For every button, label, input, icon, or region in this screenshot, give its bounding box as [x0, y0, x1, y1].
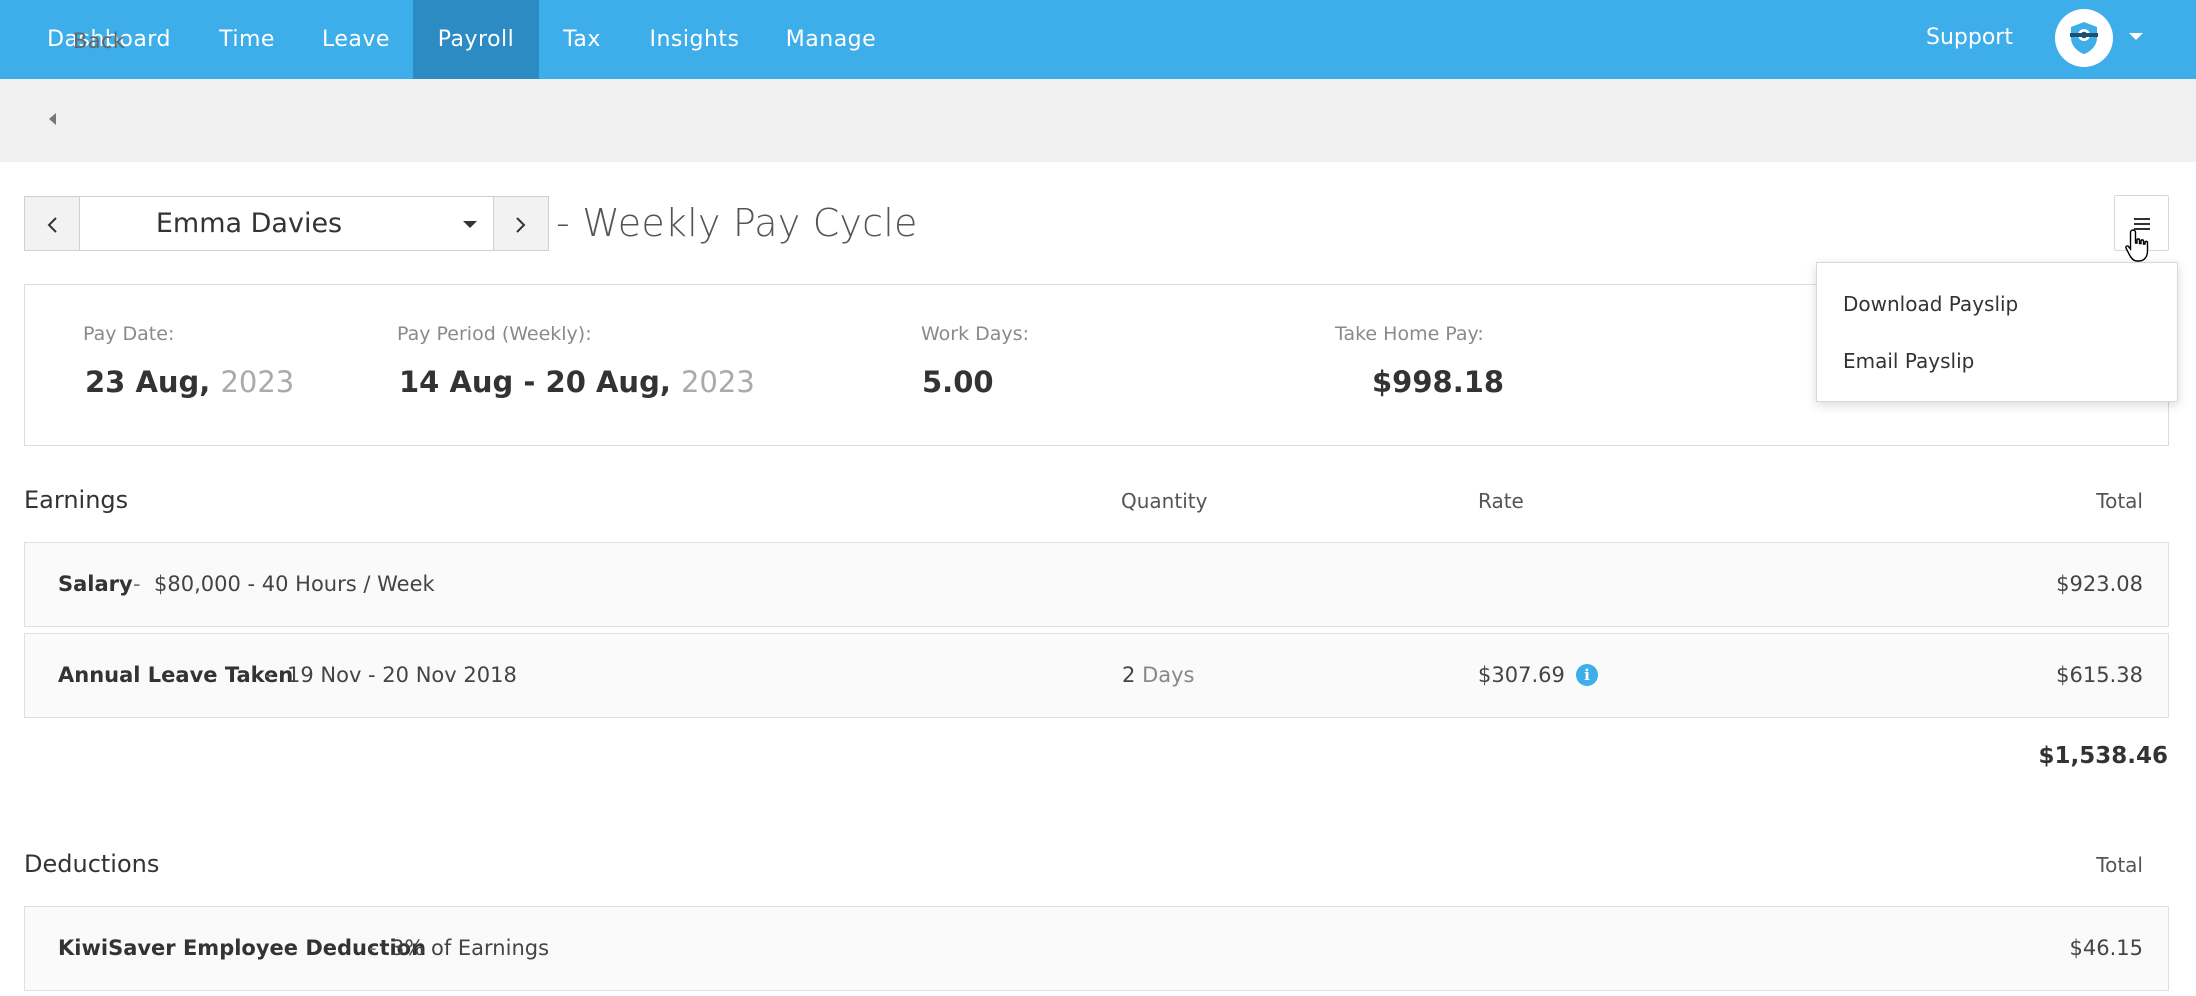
nav-time[interactable]: Time — [194, 0, 300, 79]
earning-name: Salary — [58, 572, 133, 596]
earning-quantity: 2 Days — [1122, 663, 1195, 687]
next-employee-button[interactable] — [493, 196, 549, 251]
earning-rate: $307.69 — [1478, 663, 1565, 687]
shield-icon — [2070, 22, 2098, 54]
row-separator: - — [265, 663, 273, 687]
earnings-grand-total: $1,538.46 — [2038, 743, 2169, 769]
back-link[interactable]: Back — [73, 0, 125, 83]
pay-period-value: 14 Aug - 20 Aug, 2023 — [399, 365, 755, 399]
email-payslip-item[interactable]: Email Payslip — [1843, 349, 1974, 373]
employee-select[interactable]: Emma Davies — [79, 196, 494, 251]
options-dropdown: Download Payslip Email Payslip — [1816, 262, 2178, 402]
earning-name: Annual Leave Taken — [58, 663, 294, 687]
total-column-header: Total — [2096, 489, 2143, 513]
avatar[interactable] — [2055, 9, 2113, 67]
deduction-total: $46.15 — [2069, 936, 2143, 960]
chevron-down-icon — [463, 221, 477, 228]
nav-leave[interactable]: Leave — [300, 0, 412, 79]
nav-manage[interactable]: Manage — [766, 0, 896, 79]
deduction-row: KiwiSaver Employee Deduction - 3% of Ear… — [24, 906, 2169, 991]
quantity-column-header: Quantity — [1121, 489, 1208, 513]
earning-total: $923.08 — [2056, 572, 2143, 596]
earnings-row: Annual Leave Taken - 19 Nov - 20 Nov 201… — [24, 633, 2169, 718]
earnings-title: Earnings — [24, 486, 129, 514]
download-payslip-item[interactable]: Download Payslip — [1843, 292, 2018, 316]
pay-period-label: Pay Period (Weekly): — [397, 323, 592, 345]
row-separator: - — [133, 572, 141, 596]
deductions-title: Deductions — [24, 850, 160, 878]
account-chevron-down-icon[interactable] — [2129, 33, 2143, 40]
chevron-right-icon — [516, 217, 526, 233]
employee-name: Emma Davies — [155, 208, 343, 239]
work-days-label: Work Days: — [921, 323, 1029, 345]
nav-payroll[interactable]: Payroll — [413, 0, 539, 79]
take-home-pay-label: Take Home Pay: — [1335, 323, 1484, 345]
pay-date-value: 23 Aug, 2023 — [85, 365, 295, 399]
back-bar — [0, 79, 2196, 162]
nav-support[interactable]: Support — [1926, 0, 2013, 79]
earning-description: $80,000 - 40 Hours / Week — [154, 572, 435, 596]
nav-insights[interactable]: Insights — [627, 0, 762, 79]
take-home-pay-value: $998.18 — [1372, 365, 1505, 399]
rate-column-header: Rate — [1478, 489, 1524, 513]
earning-description: 19 Nov - 20 Nov 2018 — [287, 663, 517, 687]
pay-cycle-title: - Weekly Pay Cycle — [556, 201, 918, 245]
hand-cursor-icon — [2125, 229, 2149, 262]
row-separator: - — [369, 936, 377, 960]
work-days-value: 5.00 — [922, 365, 994, 399]
chevron-left-icon — [47, 217, 57, 233]
earnings-row: Salary - $80,000 - 40 Hours / Week $923.… — [24, 542, 2169, 627]
back-caret-icon — [49, 113, 56, 125]
deduction-description: 3% of Earnings — [391, 936, 550, 960]
previous-employee-button[interactable] — [24, 196, 80, 251]
top-nav: Dashboard Time Leave Payroll Tax Insight… — [0, 0, 2196, 79]
deductions-total-column-header: Total — [2096, 853, 2143, 877]
nav-tax[interactable]: Tax — [539, 0, 625, 79]
info-icon[interactable]: i — [1576, 664, 1598, 686]
earning-total: $615.38 — [2056, 663, 2143, 687]
pay-date-label: Pay Date: — [83, 323, 175, 345]
